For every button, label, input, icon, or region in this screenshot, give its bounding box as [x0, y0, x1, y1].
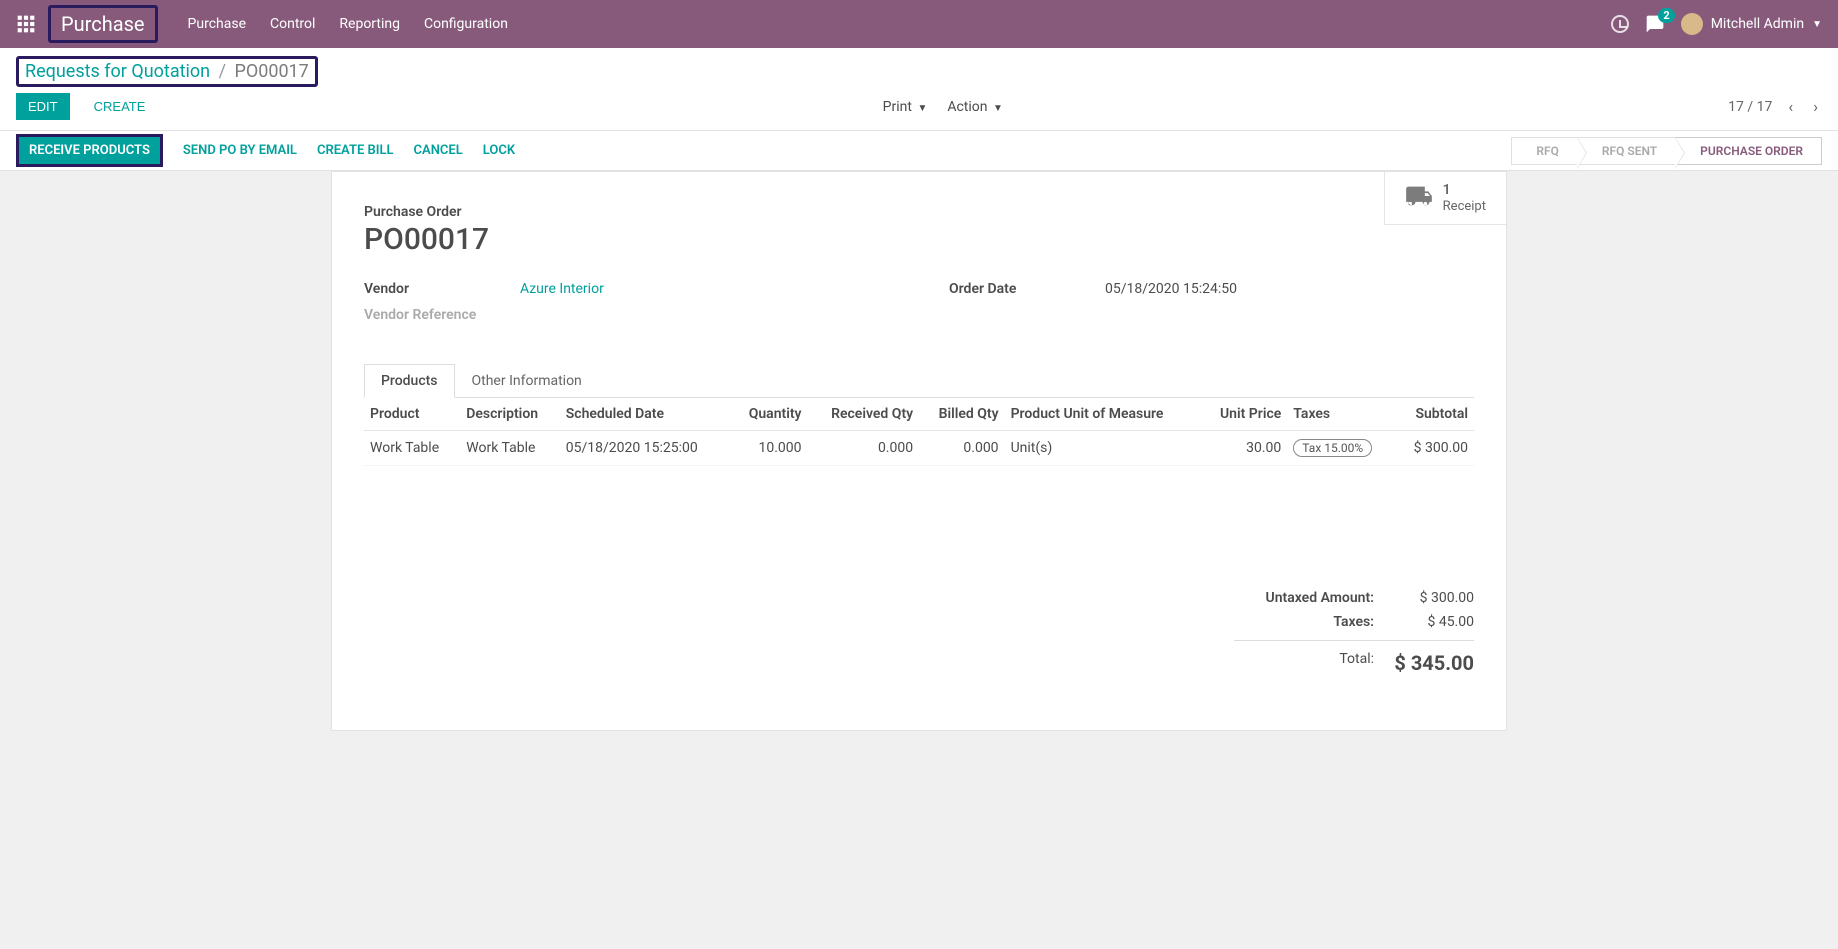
th-subtotal: Subtotal — [1395, 398, 1474, 431]
nav-right: 2 Mitchell Admin ▼ — [1611, 13, 1822, 35]
caret-down-icon: ▼ — [917, 103, 927, 114]
cancel-button[interactable]: CANCEL — [414, 143, 463, 158]
th-scheduled: Scheduled Date — [560, 398, 731, 431]
menu-reporting[interactable]: Reporting — [339, 16, 400, 32]
receipt-label: Receipt — [1443, 199, 1486, 215]
order-name: PO00017 — [364, 222, 1474, 257]
cell-scheduled: 05/18/2020 15:25:00 — [560, 431, 731, 466]
control-panel: Requests for Quotation / PO00017 EDIT CR… — [0, 48, 1838, 131]
top-nav: Purchase Purchase Control Reporting Conf… — [0, 0, 1838, 48]
breadcrumb: Requests for Quotation / PO00017 — [16, 56, 318, 87]
status-rfq-sent[interactable]: RFQ SENT — [1578, 137, 1676, 165]
order-date-value: 05/18/2020 15:24:50 — [1105, 281, 1474, 297]
pager-next[interactable]: › — [1809, 97, 1822, 116]
tax-chip: Tax 15.00% — [1293, 439, 1372, 457]
vendor-ref-label: Vendor Reference — [364, 307, 520, 323]
pager-position: 17 / 17 — [1728, 99, 1772, 115]
cell-uom: Unit(s) — [1005, 431, 1201, 466]
title-label: Purchase Order — [364, 204, 1474, 220]
taxes-label: Taxes: — [1234, 614, 1374, 630]
th-taxes: Taxes — [1287, 398, 1395, 431]
menu-configuration[interactable]: Configuration — [424, 16, 508, 32]
print-dropdown[interactable]: Print ▼ — [883, 99, 928, 115]
receive-products-button[interactable]: RECEIVE PRODUCTS — [16, 134, 163, 167]
total-value: $ 345.00 — [1394, 651, 1474, 675]
avatar — [1681, 13, 1703, 35]
tab-products[interactable]: Products — [364, 364, 455, 398]
th-description: Description — [460, 398, 559, 431]
th-uom: Product Unit of Measure — [1005, 398, 1201, 431]
create-bill-button[interactable]: CREATE BILL — [317, 143, 394, 158]
breadcrumb-current: PO00017 — [234, 61, 308, 82]
table-row[interactable]: Work Table Work Table 05/18/2020 15:25:0… — [364, 431, 1474, 466]
vendor-ref-value — [520, 307, 889, 323]
cell-description: Work Table — [460, 431, 559, 466]
order-lines-table: Product Description Scheduled Date Quant… — [364, 398, 1474, 466]
menu-purchase[interactable]: Purchase — [188, 16, 246, 32]
receipt-count: 1 — [1443, 182, 1486, 199]
caret-down-icon: ▼ — [993, 103, 1003, 114]
main-menu: Purchase Control Reporting Configuration — [188, 16, 508, 32]
send-po-button[interactable]: SEND PO BY EMAIL — [183, 143, 297, 158]
th-unit-price: Unit Price — [1200, 398, 1287, 431]
cell-billed: 0.000 — [919, 431, 1004, 466]
untaxed-value: $ 300.00 — [1394, 590, 1474, 606]
edit-button[interactable]: EDIT — [16, 93, 70, 120]
lock-button[interactable]: LOCK — [483, 143, 515, 158]
cell-product: Work Table — [364, 431, 460, 466]
total-label: Total: — [1234, 651, 1374, 675]
messages-badge: 2 — [1658, 8, 1674, 23]
status-rfq[interactable]: RFQ — [1511, 137, 1578, 165]
table-header-row: Product Description Scheduled Date Quant… — [364, 398, 1474, 431]
truck-icon — [1405, 182, 1433, 214]
receipt-stat-button[interactable]: 1 Receipt — [1384, 172, 1506, 225]
apps-icon[interactable] — [16, 14, 36, 34]
cell-received: 0.000 — [808, 431, 920, 466]
th-product: Product — [364, 398, 460, 431]
cell-subtotal: $ 300.00 — [1395, 431, 1474, 466]
menu-control[interactable]: Control — [270, 16, 315, 32]
app-brand[interactable]: Purchase — [48, 5, 158, 43]
untaxed-label: Untaxed Amount: — [1234, 590, 1374, 606]
order-date-label: Order Date — [949, 281, 1105, 297]
th-billed: Billed Qty — [919, 398, 1004, 431]
cell-taxes: Tax 15.00% — [1287, 431, 1395, 466]
cell-unit-price: 30.00 — [1200, 431, 1287, 466]
breadcrumb-parent[interactable]: Requests for Quotation — [25, 61, 210, 82]
tab-other-information[interactable]: Other Information — [455, 364, 599, 398]
th-received: Received Qty — [808, 398, 920, 431]
totals: Untaxed Amount: $ 300.00 Taxes: $ 45.00 … — [364, 586, 1474, 679]
user-menu[interactable]: Mitchell Admin ▼ — [1681, 13, 1822, 35]
form-sheet: 1 Receipt Purchase Order PO00017 Vendor … — [331, 171, 1507, 731]
status-purchase-order[interactable]: PURCHASE ORDER — [1676, 137, 1822, 165]
status-bar: RECEIVE PRODUCTS SEND PO BY EMAIL CREATE… — [0, 131, 1838, 171]
caret-down-icon: ▼ — [1812, 19, 1822, 30]
vendor-link[interactable]: Azure Interior — [520, 281, 604, 297]
action-dropdown[interactable]: Action ▼ — [947, 99, 1003, 115]
status-steps: RFQ RFQ SENT PURCHASE ORDER — [1511, 137, 1822, 165]
user-name: Mitchell Admin — [1711, 16, 1804, 32]
messages-icon[interactable]: 2 — [1645, 14, 1665, 34]
create-button[interactable]: CREATE — [82, 93, 158, 120]
vendor-label: Vendor — [364, 281, 520, 297]
th-quantity: Quantity — [731, 398, 808, 431]
activity-icon[interactable] — [1611, 15, 1629, 33]
tab-nav: Products Other Information — [364, 363, 1474, 398]
cell-quantity: 10.000 — [731, 431, 808, 466]
pager-prev[interactable]: ‹ — [1784, 97, 1797, 116]
taxes-value: $ 45.00 — [1394, 614, 1474, 630]
